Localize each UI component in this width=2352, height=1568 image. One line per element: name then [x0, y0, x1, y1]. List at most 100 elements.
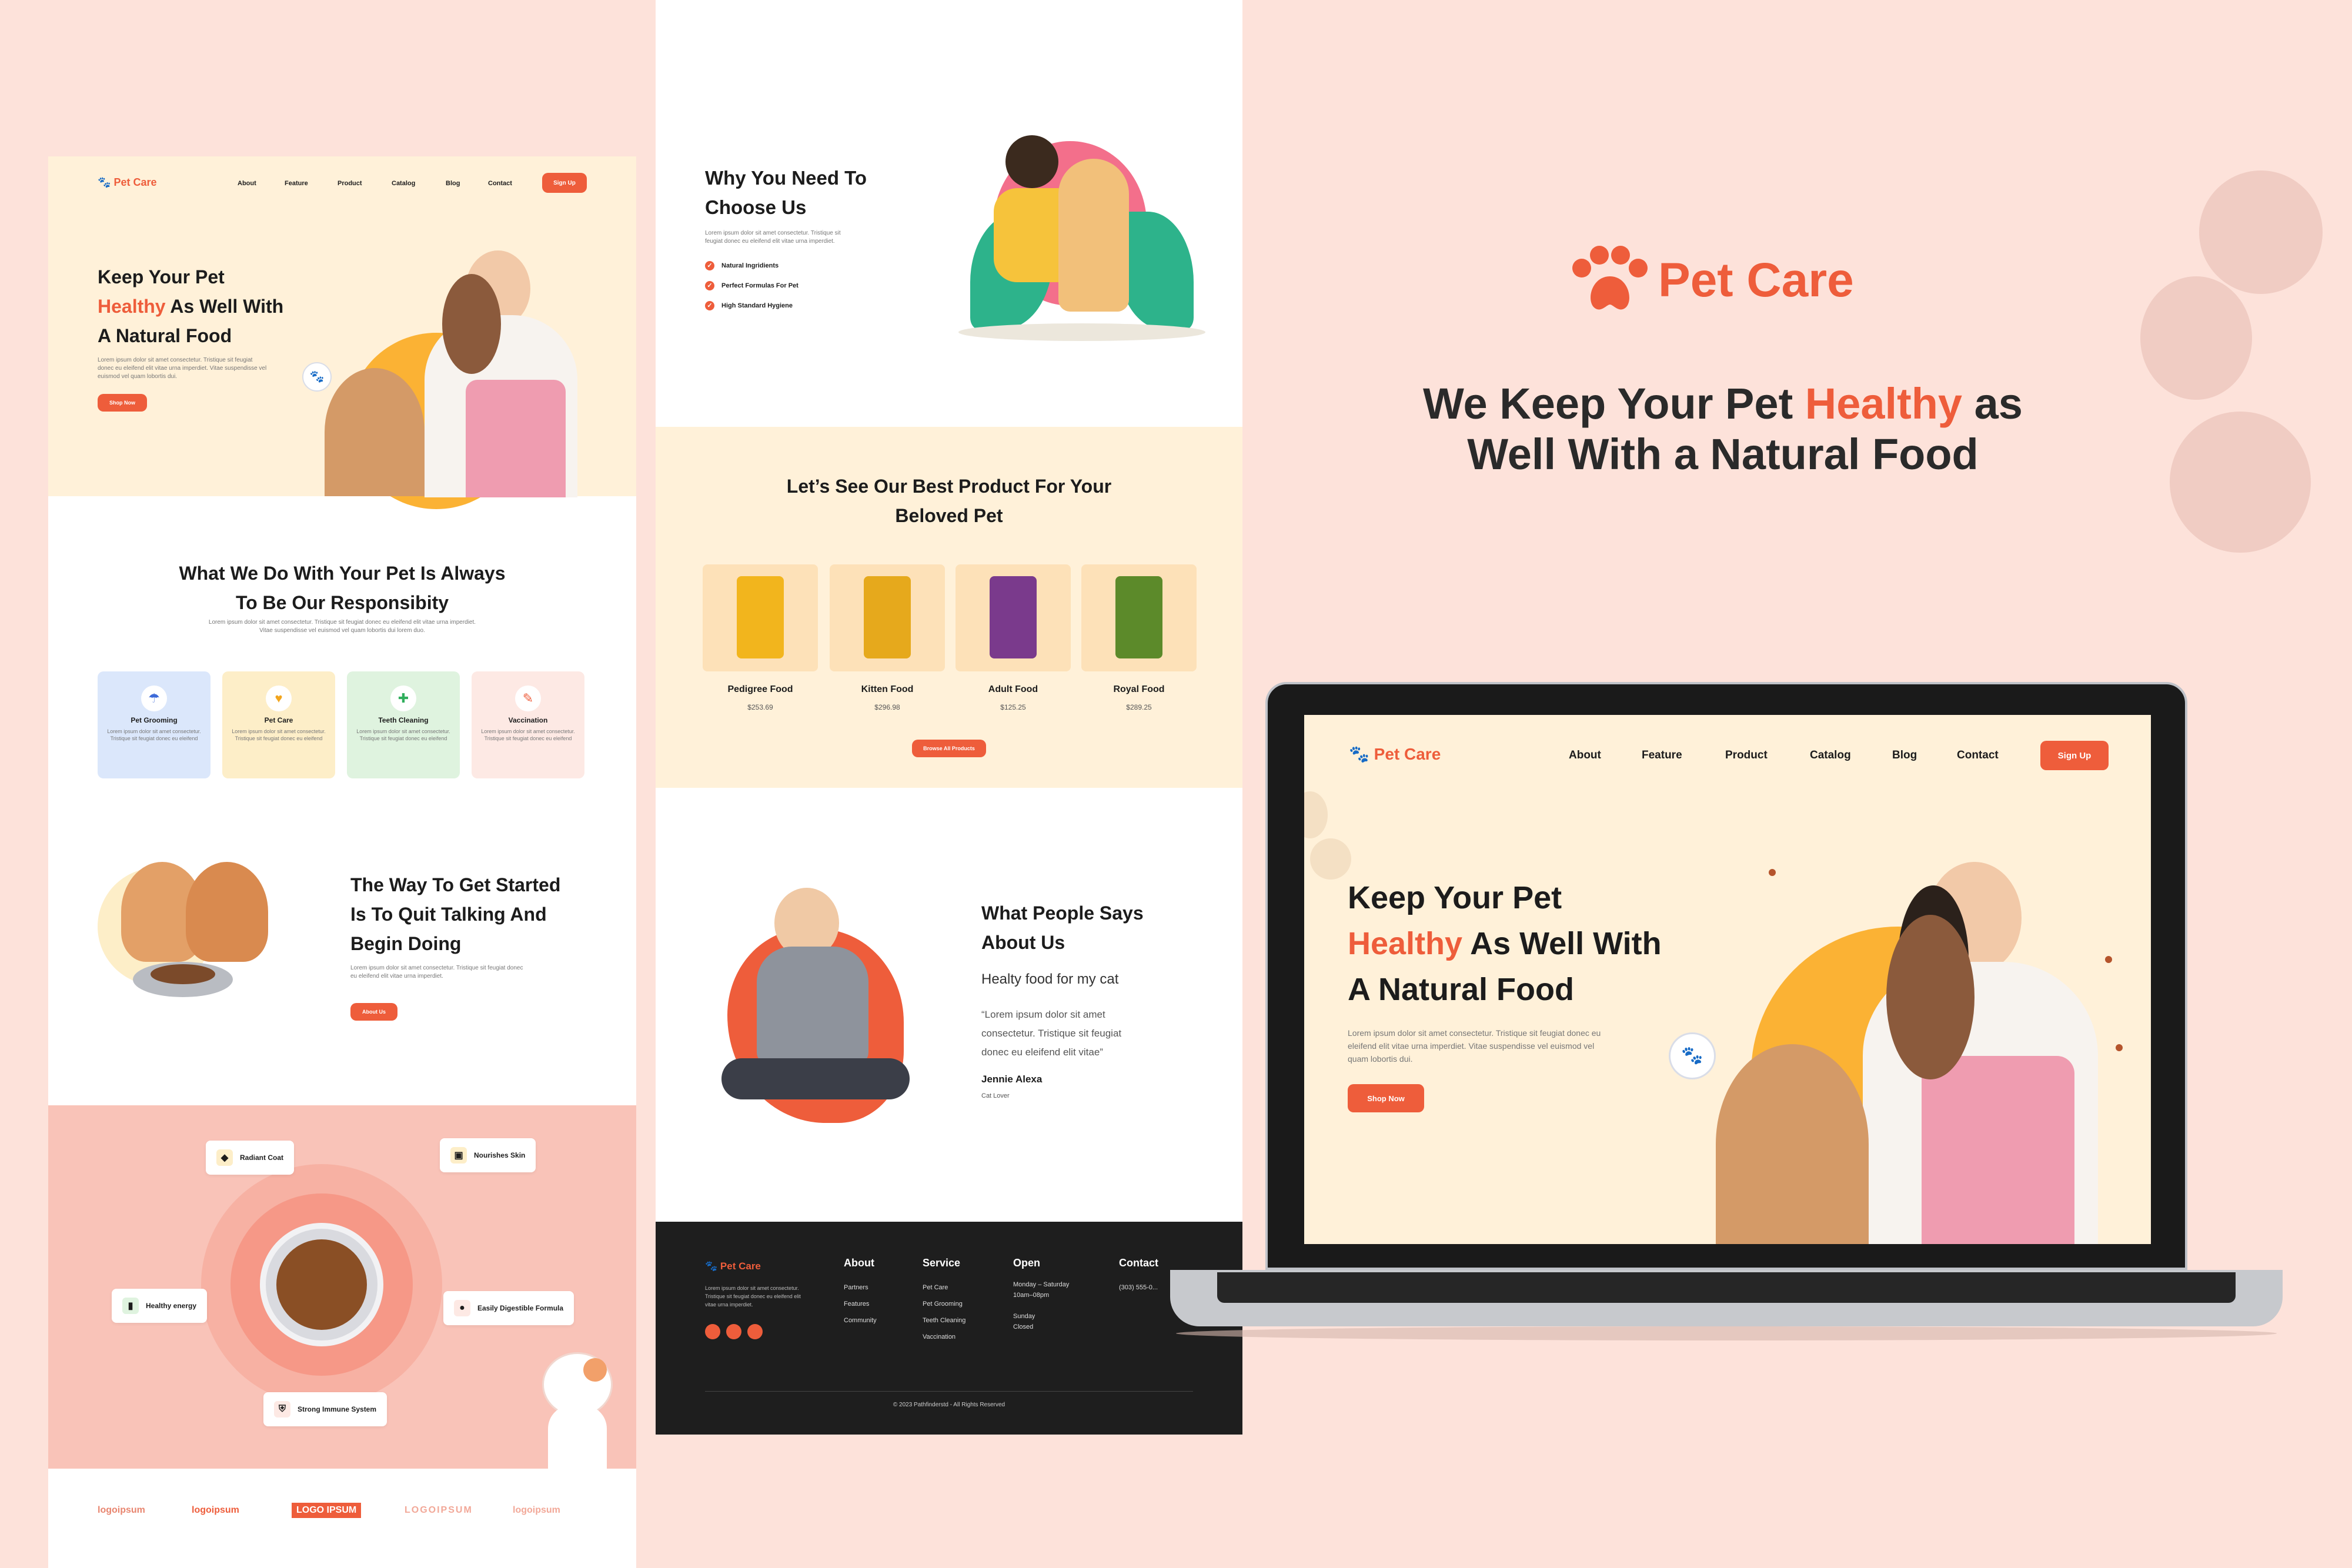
why-illustration	[958, 123, 1205, 359]
signup-button[interactable]: Sign Up	[542, 173, 587, 193]
benefits-section: ◆ Radiant Coat ▣ Nourishes Skin ▮ Healthy e…	[48, 1105, 636, 1469]
nav-about[interactable]: About	[238, 180, 256, 187]
paw-icon	[1572, 246, 1648, 310]
adult-bag-image	[990, 576, 1037, 658]
products-title-line-1: Let’s See Our Best Product For Your	[786, 476, 1112, 497]
showcase-brand-name: Pet Care	[1658, 253, 1854, 307]
footer-link[interactable]: Pet Grooming	[923, 1296, 965, 1312]
screen-hero-line-1: Keep Your Pet	[1348, 880, 1562, 915]
hero-cat-image	[325, 368, 425, 496]
award-badge-icon: 🐾	[302, 362, 332, 392]
screen-nav-catalog[interactable]: Catalog	[1810, 749, 1851, 762]
partner-logo: LOGO IPSUM	[292, 1503, 362, 1518]
screen-nav-feature[interactable]: Feature	[1642, 749, 1682, 762]
shower-icon: ☂	[141, 686, 167, 711]
dribbble-icon[interactable]	[747, 1324, 763, 1339]
footer-contact-phone: (303) 555-0...	[1119, 1284, 1158, 1291]
service-card-title: Vaccination	[508, 716, 548, 724]
screen-shop-now-button[interactable]: Shop Now	[1348, 1084, 1424, 1112]
service-card-title: Teeth Cleaning	[378, 716, 429, 724]
service-card-petcare[interactable]: ♥ Pet Care Lorem ipsum dolor sit amet co…	[222, 671, 335, 778]
showcase-brand: Pet Care	[1569, 246, 1854, 315]
footer-link[interactable]: Features	[844, 1296, 877, 1312]
brand-logo[interactable]: 🐾 Pet Care	[98, 176, 156, 189]
benefit-label: Easily Digestible Formula	[477, 1304, 564, 1312]
nav-blog[interactable]: Blog	[446, 180, 460, 187]
footer-link[interactable]: Vaccination	[923, 1329, 965, 1345]
screen-hero-woman-image	[1833, 862, 2116, 1244]
screen-nav-blog[interactable]: Blog	[1892, 749, 1917, 762]
service-card-grooming[interactable]: ☂ Pet Grooming Lorem ipsum dolor sit ame…	[98, 671, 211, 778]
hero-section: 🐾 Pet Care About Feature Product Catalog…	[48, 156, 636, 509]
service-card-teeth[interactable]: ✚ Teeth Cleaning Lorem ipsum dolor sit a…	[347, 671, 460, 778]
screen-signup-button[interactable]: Sign Up	[2040, 741, 2109, 770]
laptop-mockup: 🐾 Pet Care About Feature Product Catalog…	[1170, 682, 2283, 1358]
nav-feature[interactable]: Feature	[285, 180, 308, 187]
product-price: $253.69	[747, 703, 773, 711]
footer-desc: Lorem ipsum dolor sit amet consectetur. …	[705, 1285, 801, 1308]
why-point: ✓ Natural Ingridients	[705, 261, 779, 270]
product-card-adult[interactable]	[956, 564, 1071, 671]
syringe-icon: ✎	[515, 686, 541, 711]
footer-link[interactable]: Community	[844, 1312, 877, 1329]
shield-icon: ⛨	[274, 1401, 290, 1417]
nav-contact[interactable]: Contact	[488, 180, 512, 187]
browse-products-button[interactable]: Browse All Products	[912, 740, 986, 757]
footer-service-heading: Service	[923, 1257, 961, 1269]
product-card-kitten[interactable]	[830, 564, 945, 671]
product-card-pedigree[interactable]	[703, 564, 818, 671]
laptop-keyboard	[1217, 1272, 2236, 1303]
nav-catalog[interactable]: Catalog	[392, 180, 415, 187]
instagram-icon[interactable]	[705, 1324, 720, 1339]
decor-dot	[2116, 1044, 2123, 1051]
decor-dot	[1769, 869, 1776, 876]
product-price: $289.25	[1126, 703, 1152, 711]
screen-nav-about[interactable]: About	[1569, 749, 1601, 762]
services-subtitle: Lorem ipsum dolor sit amet consectetur. …	[208, 619, 476, 634]
footer-about-links: Partners Features Community	[844, 1279, 877, 1329]
footer-link[interactable]: Teeth Cleaning	[923, 1312, 965, 1329]
benefit-label: Strong Immune System	[298, 1405, 377, 1413]
footer-copyright: © 2023 Pathfinderstd - All Rights Reserv…	[893, 1402, 1005, 1408]
linkedin-icon[interactable]	[726, 1324, 741, 1339]
partner-logo: logoipsum	[192, 1505, 239, 1515]
hero-title: Keep Your Pet Healthy As Well With A Nat…	[98, 262, 283, 350]
about-us-button[interactable]: About Us	[350, 1003, 397, 1021]
products-section: Let’s See Our Best Product For Your Belo…	[656, 427, 1242, 788]
service-card-desc: Lorem ipsum dolor sit amet consectetur. …	[481, 728, 575, 741]
quote-line: donec eu eleifend elit vitae”	[981, 1047, 1103, 1058]
cat-food-icon: ◆	[216, 1149, 233, 1166]
footer-link[interactable]: Partners	[844, 1279, 877, 1296]
footer-link[interactable]: Pet Care	[923, 1279, 965, 1296]
screen-nav-contact[interactable]: Contact	[1957, 749, 1999, 762]
nav-product[interactable]: Product	[338, 180, 362, 187]
food-bowl-image	[260, 1223, 383, 1346]
cartoon-cat-image	[536, 1352, 619, 1469]
service-card-title: Pet Grooming	[131, 716, 178, 724]
brand-name: Pet Care	[113, 176, 157, 188]
services-title: What We Do With Your Pet Is Always To Be…	[48, 559, 636, 617]
hero-woman-image	[401, 250, 589, 497]
getstarted-body: Lorem ipsum dolor sit amet consectetur. …	[350, 965, 523, 979]
why-body: Lorem ipsum dolor sit amet consectetur. …	[705, 230, 841, 245]
headline-line-2: Well With a Natural Food	[1467, 430, 1979, 479]
laptop-screen: 🐾 Pet Care About Feature Product Catalog…	[1304, 715, 2151, 1244]
kitten-bag-image	[864, 576, 911, 658]
screen-brand-logo[interactable]: 🐾 Pet Care	[1349, 744, 1441, 764]
testimonial-quote: “Lorem ipsum dolor sit amet consectetur.…	[981, 1005, 1121, 1062]
why-point-label: Perfect Formulas For Pet	[721, 282, 799, 289]
screen-hero-line-2: As Well With	[1470, 926, 1662, 961]
footer-open-hours: Monday – Saturday 10am–08pm Sunday Close…	[1013, 1279, 1069, 1332]
paw-icon: 🐾	[1349, 745, 1369, 763]
laptop-base-shadow	[1176, 1326, 2277, 1340]
product-card-royal[interactable]	[1081, 564, 1197, 671]
why-point-label: Natural Ingridients	[721, 262, 779, 269]
service-card-vaccination[interactable]: ✎ Vaccination Lorem ipsum dolor sit amet…	[472, 671, 584, 778]
footer-brand[interactable]: 🐾 Pet Care	[705, 1261, 761, 1272]
background-paw-icon	[2199, 170, 2323, 294]
footer-hours-line: 10am–08pm	[1013, 1292, 1050, 1299]
benefit-label: Nourishes Skin	[474, 1151, 526, 1159]
hero-line-3: A Natural Food	[98, 325, 232, 346]
shop-now-button[interactable]: Shop Now	[98, 394, 147, 412]
screen-nav-product[interactable]: Product	[1725, 749, 1768, 762]
